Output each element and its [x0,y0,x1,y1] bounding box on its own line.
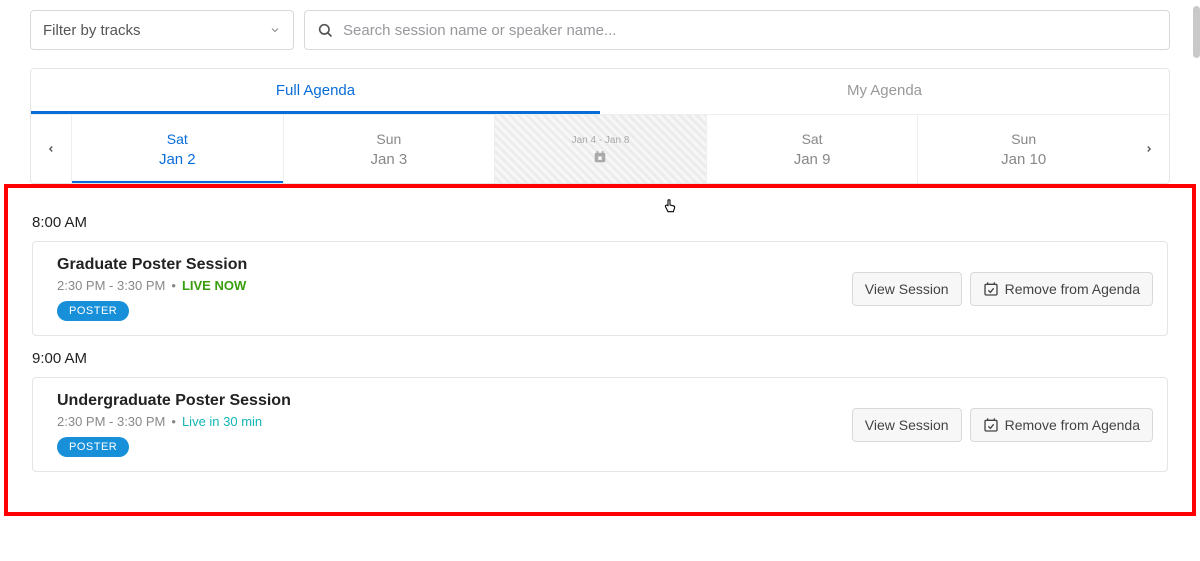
remove-from-agenda-button[interactable]: Remove from Agenda [970,408,1153,442]
next-dates-button[interactable] [1129,115,1169,183]
agenda-tabs: Full Agenda My Agenda [31,69,1169,115]
calendar-check-icon [983,417,999,433]
time-slot-header: 8:00 AM [32,214,1168,231]
session-time: 2:30 PM - 3:30 PM [57,278,165,293]
tab-my-agenda[interactable]: My Agenda [600,69,1169,114]
track-tag: POSTER [57,437,129,457]
session-card: Undergraduate Poster Session 2:30 PM - 3… [32,377,1168,472]
session-time: 2:30 PM - 3:30 PM [57,414,165,429]
agenda-frame: Full Agenda My Agenda Sat Jan 2 Sun Jan … [30,68,1170,184]
view-session-button[interactable]: View Session [852,408,962,442]
calendar-check-icon [983,281,999,297]
live-now-badge: LIVE NOW [182,278,246,293]
search-icon [317,22,333,38]
date-dow: Sat [167,131,188,147]
session-meta: 2:30 PM - 3:30 PM • LIVE NOW [57,278,247,293]
date-cell-jan-2[interactable]: Sat Jan 2 [71,115,283,183]
filter-tracks-select[interactable]: Filter by tracks [30,10,294,50]
date-cell-jan-10[interactable]: Sun Jan 10 [917,115,1129,183]
top-controls-row: Filter by tracks [30,10,1170,50]
session-title: Undergraduate Poster Session [57,392,291,410]
tab-full-agenda[interactable]: Full Agenda [31,69,600,114]
search-input[interactable] [343,22,1157,39]
chevron-down-icon [269,24,281,36]
date-dow: Sat [802,131,823,147]
session-card: Graduate Poster Session 2:30 PM - 3:30 P… [32,241,1168,336]
session-actions: View Session Remove from Agenda [852,272,1153,306]
live-soon-badge: Live in 30 min [182,414,262,429]
vertical-scrollbar-thumb[interactable] [1193,6,1200,58]
date-label: Jan 2 [159,151,196,168]
date-range-label: Jan 4 - Jan 8 [572,135,630,146]
date-nav-row: Sat Jan 2 Sun Jan 3 Jan 4 - Jan 8 Sat Ja… [31,115,1169,183]
date-cell-jan-9[interactable]: Sat Jan 9 [706,115,918,183]
search-box[interactable] [304,10,1170,50]
session-meta: 2:30 PM - 3:30 PM • Live in 30 min [57,414,291,429]
date-dow: Sun [376,131,401,147]
session-title: Graduate Poster Session [57,256,247,274]
remove-label: Remove from Agenda [1005,417,1140,433]
remove-label: Remove from Agenda [1005,281,1140,297]
view-session-button[interactable]: View Session [852,272,962,306]
calendar-skip-icon [593,150,607,164]
remove-from-agenda-button[interactable]: Remove from Agenda [970,272,1153,306]
time-slot-header: 9:00 AM [32,350,1168,367]
filter-label: Filter by tracks [43,22,141,39]
session-actions: View Session Remove from Agenda [852,408,1153,442]
track-tag: POSTER [57,301,129,321]
session-info: Graduate Poster Session 2:30 PM - 3:30 P… [57,256,247,321]
prev-dates-button[interactable] [31,115,71,183]
date-cell-skip-jan4-jan8[interactable]: Jan 4 - Jan 8 [494,115,706,183]
date-label: Jan 9 [794,151,831,168]
highlighted-region: 8:00 AM Graduate Poster Session 2:30 PM … [4,184,1196,516]
date-label: Jan 10 [1001,151,1046,168]
date-dow: Sun [1011,131,1036,147]
session-info: Undergraduate Poster Session 2:30 PM - 3… [57,392,291,457]
date-cell-jan-3[interactable]: Sun Jan 3 [283,115,495,183]
date-label: Jan 3 [371,151,408,168]
